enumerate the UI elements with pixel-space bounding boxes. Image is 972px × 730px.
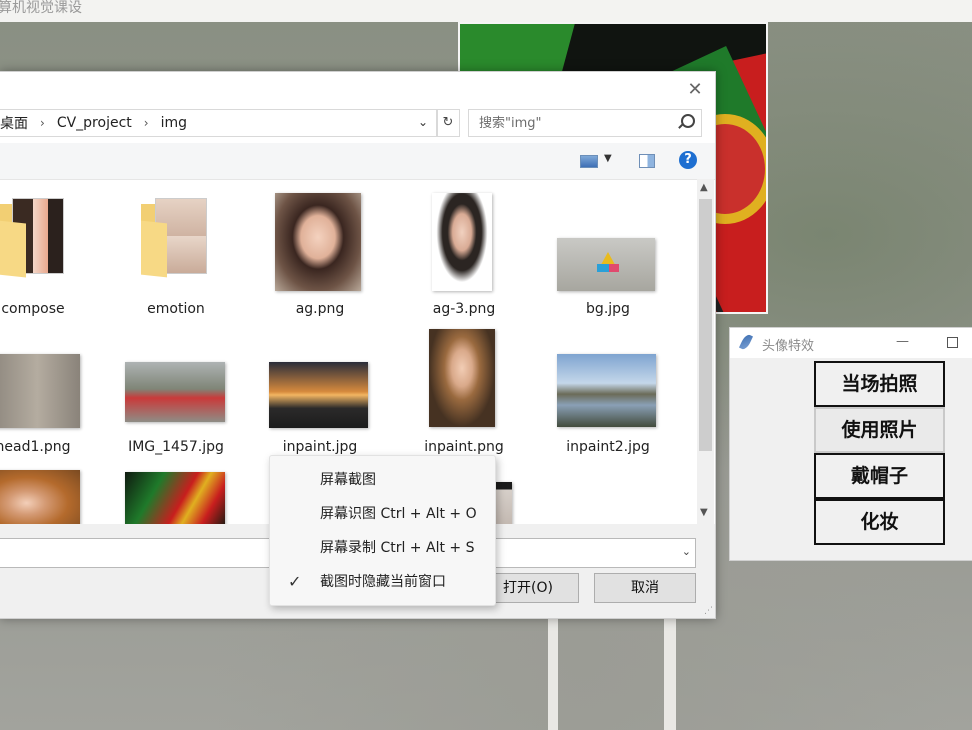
refresh-icon[interactable]: ↻ [436,109,460,137]
chevron-up-icon[interactable]: ▲ [700,182,708,193]
file-item[interactable]: emotion [116,180,236,320]
menu-item-label: 屏幕录制 Ctrl + Alt + S [320,540,475,556]
file-name: IMG_1457.jpg [128,439,224,455]
take-photo-button[interactable]: 当场拍照 [814,361,945,407]
file-item[interactable]: ag-3.png [404,180,524,320]
menu-item-label: 截图时隐藏当前窗口 [320,574,446,590]
file-item[interactable]: inpaint.jpg [260,320,380,460]
feather-icon [738,333,754,351]
use-photo-button[interactable]: 使用照片 [814,407,945,453]
menu-item-hide-window[interactable]: ✓ 截图时隐藏当前窗口 [270,565,495,599]
resize-grip-icon[interactable]: ⋰ [704,606,713,616]
image-thumbnail [557,354,656,427]
file-item[interactable]: compose [0,180,93,320]
file-item[interactable]: ag.png [260,180,380,320]
background-titlebar: 算机视觉课设 [0,0,972,22]
search-input[interactable] [477,114,681,132]
search-icon[interactable] [681,114,695,128]
file-item[interactable]: inpaint.png [404,320,524,460]
image-thumbnail [0,354,80,428]
image-thumbnail [275,193,361,291]
image-thumbnail [125,472,225,530]
image-thumbnail [432,193,492,291]
image-thumbnail [125,362,225,422]
view-mode-icon[interactable] [580,155,598,168]
window-title: 头像特效 [762,339,815,354]
menu-item-label: 屏幕截图 [320,472,376,488]
file-name: inpaint2.jpg [566,439,650,455]
dialog-toolbar: ▼ ? [0,143,715,180]
folder-icon [0,194,68,278]
breadcrumb-img[interactable]: img [161,115,187,131]
image-thumbnail [429,329,495,427]
chevron-down-icon[interactable]: ▼ [604,153,612,164]
chevron-down-icon[interactable]: ⌄ [682,545,691,558]
image-thumbnail [0,470,80,530]
checkmark-icon: ✓ [288,572,302,591]
makeup-button[interactable]: 化妆 [814,499,945,545]
scrollbar-thumb[interactable] [699,199,712,451]
address-row: 桌面 › CV_project › img ⌄ ↻ [0,109,715,137]
preview-pane-icon[interactable] [639,154,655,168]
menu-item-label: 屏幕识图 Ctrl + Alt + O [320,506,477,522]
file-name: inpaint.png [424,439,504,455]
screenshot-context-menu: 屏幕截图 屏幕识图 Ctrl + Alt + O 屏幕录制 Ctrl + Alt… [269,455,496,606]
chevron-down-icon[interactable]: ⌄ [418,115,428,129]
help-icon[interactable]: ? [679,151,697,169]
file-name: emotion [147,301,205,317]
image-thumbnail [269,362,368,428]
file-name: inpaint.jpg [282,439,358,455]
folder-icon [141,194,211,278]
close-icon[interactable]: ✕ [685,80,705,100]
file-name: bg.jpg [586,301,630,317]
window-titlebar[interactable]: 头像特效 — [730,328,972,358]
search-box [468,109,702,137]
address-bar[interactable]: 桌面 › CV_project › img ⌄ [0,109,438,137]
chevron-right-icon: › [143,116,149,130]
menu-item-screenshot[interactable]: 屏幕截图 [270,463,495,497]
menu-item-screen-record[interactable]: 屏幕录制 Ctrl + Alt + S [270,531,495,565]
wear-hat-button[interactable]: 戴帽子 [814,453,945,499]
avatar-effects-window: 头像特效 — 当场拍照 使用照片 戴帽子 化妆 [729,327,972,561]
file-name: head1.png [0,439,71,455]
chevron-down-icon[interactable]: ▼ [700,507,708,518]
menu-item-screen-ocr[interactable]: 屏幕识图 Ctrl + Alt + O [270,497,495,531]
file-item[interactable]: head1.png [0,320,93,460]
image-thumbnail [557,238,655,291]
background-window-title: 算机视觉课设 [0,0,82,16]
minimize-icon[interactable]: — [896,334,909,349]
file-name: ag-3.png [432,301,496,317]
maximize-icon[interactable] [947,337,958,348]
file-name: compose [1,301,65,317]
cancel-button[interactable]: 取消 [594,573,696,603]
chevron-right-icon: › [40,116,45,130]
file-item[interactable]: bg.jpg [548,180,668,320]
vertical-scrollbar[interactable]: ▲ ▼ [697,179,714,524]
file-item[interactable]: IMG_1457.jpg [116,320,236,460]
file-name: ag.png [295,301,345,317]
breadcrumb-cv-project[interactable]: CV_project [57,115,132,131]
breadcrumb-desktop[interactable]: 桌面 [0,113,28,133]
file-item[interactable]: inpaint2.jpg [548,320,668,460]
